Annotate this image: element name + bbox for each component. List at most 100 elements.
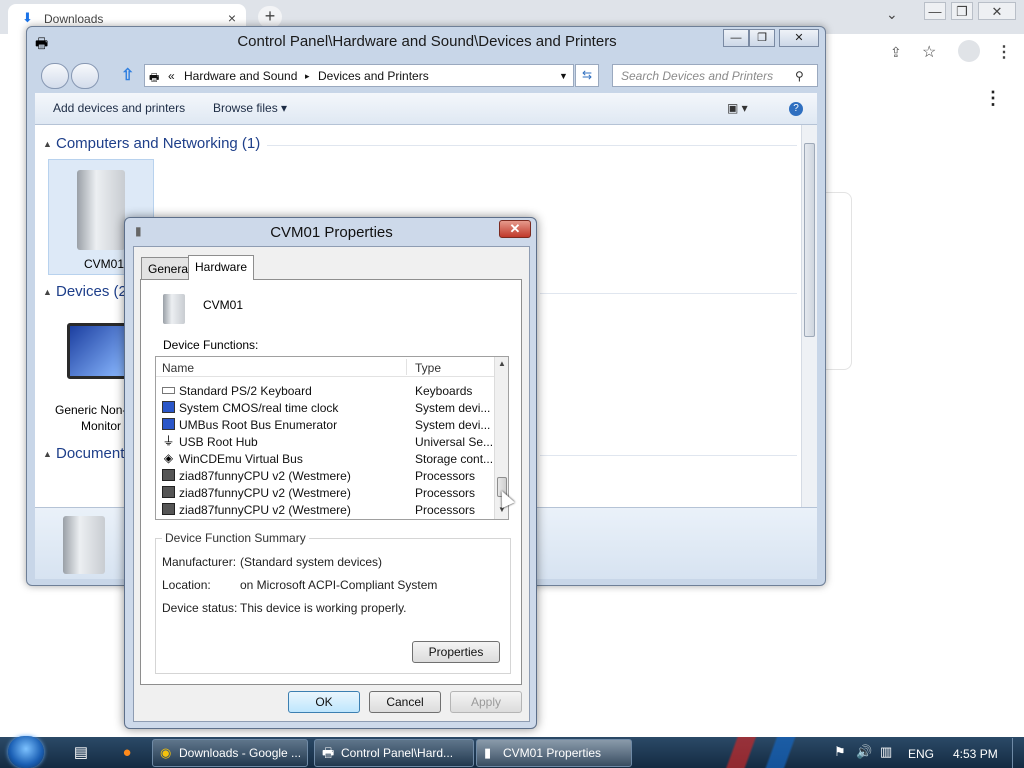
usb-icon: ⏚	[162, 434, 175, 448]
computer-icon	[63, 516, 105, 574]
address-dropdown-icon[interactable]: ▼	[559, 71, 568, 81]
taskbar-button-chrome[interactable]: ◉ Downloads - Google ...	[152, 739, 308, 767]
control-panel-icon: 🖶	[322, 745, 335, 760]
minimize-button[interactable]: —	[723, 29, 749, 47]
table-row[interactable]: ziad87funnyCPU v2 (Westmere) Processors	[156, 467, 494, 484]
storage-controller-icon: ◈	[163, 451, 174, 465]
table-row[interactable]: ziad87funnyCPU v2 (Westmere) Processors	[156, 484, 494, 501]
breadcrumb-hardware-and-sound[interactable]: Hardware and Sound	[184, 69, 297, 83]
chrome-icon: ◉	[160, 745, 172, 760]
device-functions-list[interactable]: Name Type Standard PS/2 Keyboard Keyboar…	[155, 356, 509, 520]
monitor-icon	[67, 323, 127, 379]
clock[interactable]: 4:53 PM	[953, 747, 998, 761]
group-devices[interactable]: Devices (2	[56, 283, 127, 300]
view-options-icon[interactable]: ▣ ▾	[727, 101, 748, 115]
add-devices-button[interactable]: Add devices and printers	[53, 101, 185, 115]
list-header: Name Type	[156, 357, 494, 377]
up-arrow-icon[interactable]: ⇧	[121, 65, 134, 85]
dialog-body: General Hardware CVM01 Device Functions:…	[133, 246, 530, 722]
properties-button[interactable]: Properties	[412, 641, 500, 663]
network-icon[interactable]: ▥	[880, 744, 892, 760]
scroll-up-icon[interactable]: ▲	[498, 359, 506, 368]
page-menu-icon[interactable]: ⋮	[984, 88, 1002, 109]
keyboard-icon	[162, 387, 175, 394]
wallpaper-decoration	[710, 737, 830, 768]
start-button[interactable]	[8, 736, 44, 768]
breadcrumb-arrow-icon[interactable]: ▸	[305, 71, 310, 82]
new-tab-button[interactable]: +	[258, 6, 282, 28]
device-function-summary: Device Function Summary Manufacturer: (S…	[155, 531, 511, 674]
share-icon[interactable]: ⇪	[890, 44, 902, 61]
profile-avatar-icon[interactable]	[958, 40, 980, 62]
command-bar: Add devices and printers Browse files ▾ …	[35, 93, 817, 125]
tab-search-icon[interactable]: ⌄	[886, 6, 898, 23]
summary-caption: Device Function Summary	[162, 531, 309, 545]
table-row[interactable]: System CMOS/real time clock System devi.…	[156, 399, 494, 416]
breadcrumb-devices-and-printers[interactable]: Devices and Printers	[318, 69, 429, 83]
ok-button[interactable]: OK	[288, 691, 360, 713]
dialog-title: CVM01 Properties	[270, 224, 393, 241]
table-row[interactable]: ◈ WinCDEmu Virtual Bus Storage cont...	[156, 450, 494, 467]
group-computers-networking[interactable]: Computers and Networking (1)	[56, 135, 260, 152]
tab-close-icon[interactable]: ×	[228, 10, 236, 26]
search-input[interactable]: Search Devices and Printers ⚲	[612, 64, 818, 87]
refresh-icon[interactable]: ⇆	[575, 64, 599, 87]
hardware-panel: CVM01 Device Functions: Name Type Standa…	[140, 279, 522, 685]
apply-button[interactable]: Apply	[450, 691, 522, 713]
browser-close-button[interactable]: ✕	[978, 2, 1016, 20]
device-label: Monitor	[81, 419, 122, 433]
browser-minimize-button[interactable]: —	[924, 2, 946, 20]
collapse-group-icon[interactable]: ▲	[43, 449, 52, 459]
close-button[interactable]: ✕	[779, 29, 819, 47]
table-row[interactable]: ⏚ USB Root Hub Universal Se...	[156, 433, 494, 450]
system-device-icon	[162, 401, 175, 413]
location-value: on Microsoft ACPI-Compliant System	[240, 578, 438, 592]
manufacturer-label: Manufacturer:	[162, 555, 237, 569]
group-documents[interactable]: Document	[56, 445, 124, 462]
collapse-group-icon[interactable]: ▲	[43, 139, 52, 149]
action-center-flag-icon[interactable]: ⚑	[834, 744, 846, 760]
device-name: CVM01	[203, 298, 244, 312]
device-label: CVM01	[84, 257, 125, 271]
manufacturer-value: (Standard system devices)	[240, 555, 383, 569]
browse-files-button[interactable]: Browse files ▾	[213, 101, 287, 115]
language-indicator[interactable]: ENG	[908, 747, 934, 761]
scrollbar[interactable]	[801, 125, 817, 507]
system-device-icon	[162, 418, 175, 430]
scrollbar-thumb[interactable]	[804, 143, 815, 337]
taskbar-button-properties[interactable]: ▮ CVM01 Properties	[476, 739, 632, 767]
processor-icon	[162, 486, 175, 498]
collapse-group-icon[interactable]: ▲	[43, 287, 52, 297]
maximize-button[interactable]: ❐	[749, 29, 775, 47]
tab-hardware[interactable]: Hardware	[188, 255, 255, 280]
show-desktop-button[interactable]	[1012, 738, 1024, 768]
column-divider[interactable]	[406, 359, 407, 375]
properties-icon: ▮	[484, 745, 492, 760]
column-header-name[interactable]: Name	[162, 361, 194, 375]
back-button[interactable]	[41, 63, 69, 89]
column-header-type[interactable]: Type	[415, 361, 441, 375]
address-bar[interactable]: 🖶 « Hardware and Sound ▸ Devices and Pri…	[144, 64, 574, 87]
breadcrumb-overflow[interactable]: «	[168, 69, 175, 83]
cancel-button[interactable]: Cancel	[369, 691, 441, 713]
forward-button[interactable]	[71, 63, 99, 89]
firefox-icon[interactable]: ●	[112, 741, 142, 765]
table-row[interactable]: Standard PS/2 Keyboard Keyboards	[156, 382, 494, 399]
taskbar-button-control-panel[interactable]: 🖶 Control Panel\Hard...	[314, 739, 474, 767]
window-title: Control Panel\Hardware and Sound\Devices…	[237, 33, 617, 50]
device-label: Generic Non-	[55, 403, 127, 417]
dialog-close-button[interactable]: ✕	[499, 220, 531, 238]
browser-menu-icon[interactable]: ⋮	[996, 42, 1012, 62]
volume-icon[interactable]: 🔊	[856, 744, 872, 760]
table-row[interactable]: UMBus Root Bus Enumerator System devi...	[156, 416, 494, 433]
browser-restore-button[interactable]: ❐	[951, 2, 973, 20]
search-icon[interactable]: ⚲	[795, 69, 804, 83]
processor-icon	[162, 503, 175, 515]
help-icon[interactable]: ?	[789, 102, 803, 116]
bookmark-star-icon[interactable]: ☆	[922, 42, 936, 62]
group-divider	[267, 145, 797, 146]
search-placeholder: Search Devices and Printers	[621, 69, 774, 83]
file-explorer-icon[interactable]: ▤	[66, 741, 96, 765]
location-label: Location:	[162, 578, 211, 592]
table-row[interactable]: ziad87funnyCPU v2 (Westmere) Processors	[156, 501, 494, 518]
